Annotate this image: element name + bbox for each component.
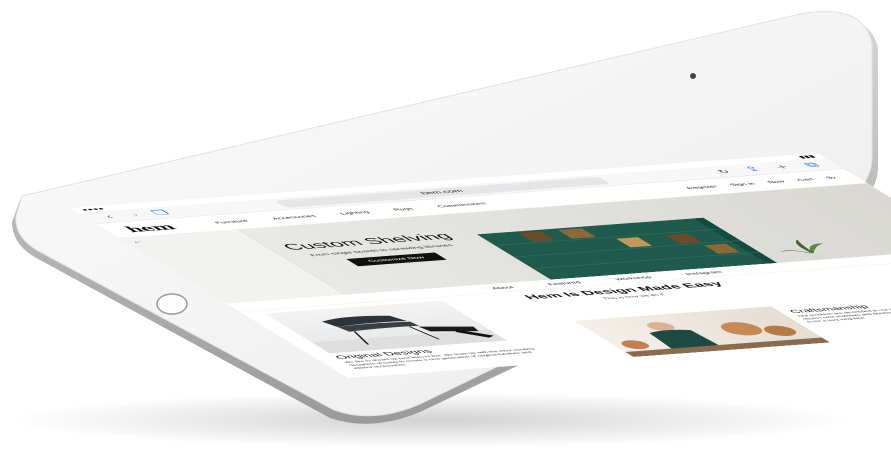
chair-image xyxy=(264,300,507,354)
sign-in-link[interactable]: Sign in xyxy=(728,182,757,187)
now-link[interactable]: Now xyxy=(766,180,787,184)
subnav-about[interactable]: About xyxy=(490,285,516,290)
subnav-workshop[interactable]: Workshop xyxy=(613,275,654,281)
nav-item-lighting[interactable]: Lighting xyxy=(338,210,371,215)
subnav-featured[interactable]: Featured xyxy=(546,280,583,286)
home-button[interactable] xyxy=(156,293,188,315)
cart-link[interactable]: Cart xyxy=(795,177,815,181)
nav-item-rugs[interactable]: Rugs xyxy=(391,207,415,212)
product-photo: ●●●● ▮▮▮ ‹ › ❒ hem.com ↻ ⇪ + ⧉ hem Furni… xyxy=(0,0,891,451)
customize-now-button[interactable]: Customize Now xyxy=(346,252,447,267)
lounge-chair-icon xyxy=(312,315,507,354)
nav-item-furniture[interactable]: Furniture xyxy=(213,219,250,225)
address-text: hem.com xyxy=(418,188,466,196)
site-logo[interactable]: hem xyxy=(120,221,193,234)
subnav-instagram[interactable]: Instagram xyxy=(683,270,723,276)
nav-item-commissions[interactable]: Commissions xyxy=(435,202,488,209)
nav-item-accessories[interactable]: Accessories xyxy=(270,214,318,220)
language-link[interactable]: Sv xyxy=(824,176,839,180)
register-link[interactable]: Register xyxy=(685,185,720,190)
camera-icon xyxy=(690,73,696,79)
